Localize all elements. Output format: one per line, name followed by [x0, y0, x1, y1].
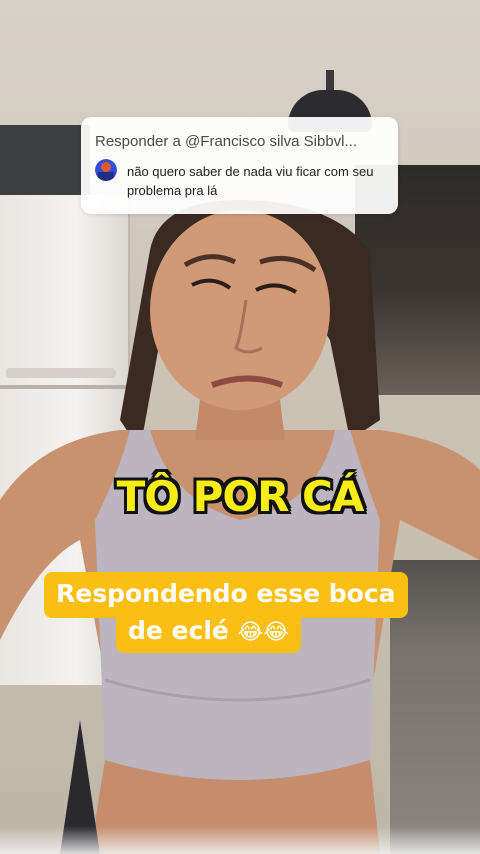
- laughing-emoji-icon: 😂😂: [237, 620, 289, 645]
- caption-line-1: Respondendo esse boca: [56, 579, 396, 608]
- commenter-avatar: [95, 159, 117, 181]
- caption-title: TÔ POR CÁ: [116, 472, 365, 521]
- reply-comment-text: não quero saber de nada viu ficar com se…: [127, 164, 374, 198]
- reply-comment-card[interactable]: Responder a @Francisco silva Sibbvl... n…: [81, 117, 398, 214]
- reply-header: Responder a @Francisco silva Sibbvl...: [95, 133, 358, 150]
- caption-line-2: de eclé: [128, 616, 229, 645]
- bottom-fade: [0, 826, 480, 854]
- caption-sticker-line-2: de eclé 😂😂: [116, 611, 301, 653]
